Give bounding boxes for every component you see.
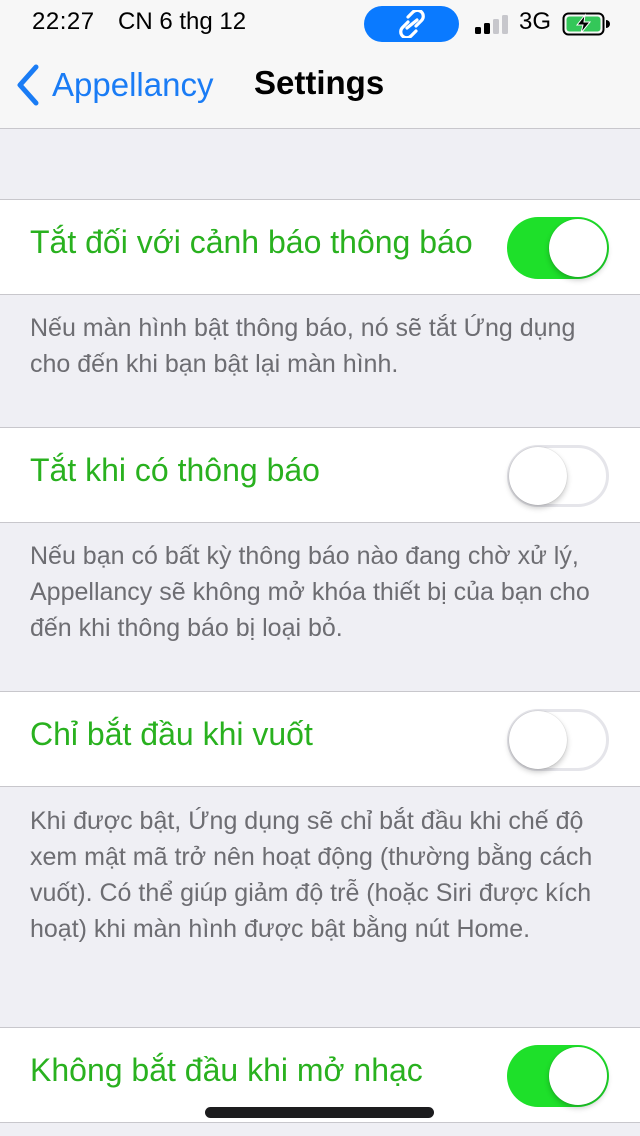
setting-row-disable-with-notifications: Tắt khi có thông báo	[0, 427, 640, 523]
top-bar: 22:27 CN 6 thg 12 3G Appellancy Settings	[0, 0, 640, 129]
status-date: CN 6 thg 12	[118, 8, 247, 35]
page-title: Settings	[254, 64, 385, 101]
home-indicator[interactable]	[205, 1107, 434, 1118]
setting-footer: Nếu bạn có bất kỳ thông báo nào đang chờ…	[30, 542, 590, 642]
setting-footer: Khi được bật, Ứng dụng sẽ chỉ bắt đầu kh…	[30, 807, 593, 943]
cellular-signal-icon	[475, 15, 508, 34]
toggle-switch[interactable]	[507, 709, 609, 771]
toggle-switch[interactable]	[507, 1045, 609, 1107]
toggle-knob	[549, 1047, 607, 1105]
toggle-knob	[509, 711, 567, 769]
back-button-label: Appellancy	[52, 66, 214, 103]
toggle-knob	[549, 219, 607, 277]
toggle-switch[interactable]	[507, 445, 609, 507]
setting-label: Tắt khi có thông báo	[30, 452, 320, 488]
status-time: 22:27	[32, 8, 95, 35]
setting-label: Chỉ bắt đầu khi vuốt	[30, 716, 313, 752]
link-icon	[399, 10, 425, 38]
toggle-switch[interactable]	[507, 217, 609, 279]
chevron-left-icon	[17, 64, 39, 106]
back-button[interactable]: Appellancy	[14, 60, 213, 110]
toggle-knob	[509, 447, 567, 505]
setting-row-mute-notification-alerts: Tắt đối với cảnh báo thông báo	[0, 199, 640, 295]
setting-footer: Nếu màn hình bật thông báo, nó sẽ tắt Ứn…	[30, 314, 576, 378]
network-type: 3G	[519, 8, 552, 35]
setting-label: Tắt đối với cảnh báo thông báo	[30, 224, 473, 260]
settings-screen: 22:27 CN 6 thg 12 3G Appellancy Settings…	[0, 0, 640, 1136]
setting-label: Không bắt đầu khi mở nhạc	[30, 1052, 423, 1088]
setting-row-start-on-swipe: Chỉ bắt đầu khi vuốt	[0, 691, 640, 787]
screen-sharing-pill[interactable]	[364, 6, 459, 42]
battery-charging-icon	[562, 12, 610, 36]
